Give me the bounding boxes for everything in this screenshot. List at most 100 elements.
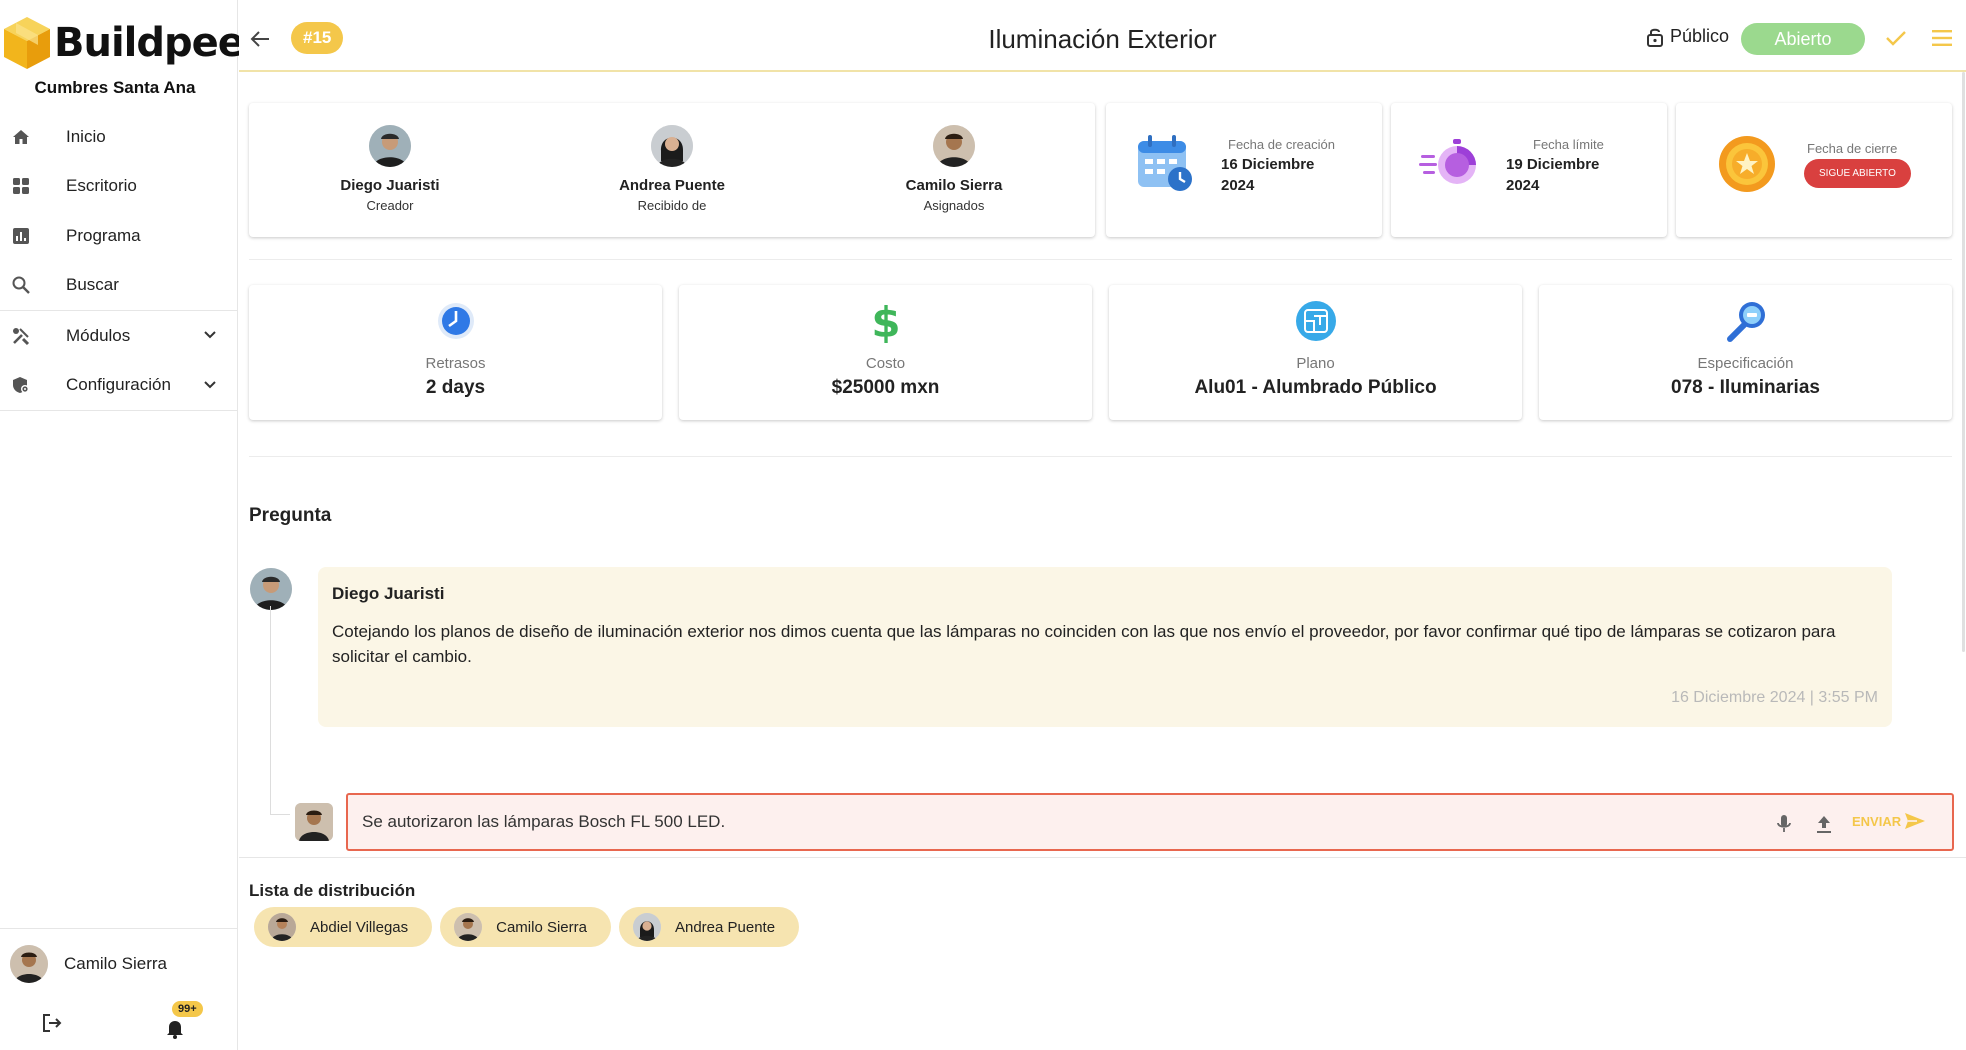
participant-name: Camilo Sierra	[905, 177, 1003, 194]
chevron-down-icon[interactable]	[202, 377, 218, 393]
question-author-avatar	[250, 568, 292, 610]
magnifier-icon	[1726, 302, 1765, 342]
thread-line	[270, 814, 290, 815]
medal-star-icon	[1719, 136, 1775, 192]
upload-icon[interactable]	[1814, 813, 1834, 835]
close-date-card: Fecha de cierre SIGUE ABIERTO	[1676, 103, 1952, 237]
avatar	[10, 945, 48, 983]
ticket-number-badge: #15	[291, 22, 344, 54]
sidebar-item-label: Configuración	[66, 375, 171, 395]
participants-card: Diego Juaristi Creador Andrea Puente Rec…	[249, 103, 1095, 237]
sidebar-item-configuracion[interactable]: Configuración	[0, 361, 238, 411]
created-date-value: 16 Diciembre 2024	[1221, 154, 1314, 196]
project-name: Cumbres Santa Ana	[34, 78, 196, 97]
send-label: ENVIAR	[1852, 813, 1902, 829]
settings-shield-icon	[10, 374, 32, 396]
avatar	[268, 913, 296, 941]
chevron-down-icon[interactable]	[202, 327, 218, 343]
sidebar-item-modulos[interactable]: Módulos	[0, 311, 238, 361]
due-date-value: 19 Diciembre 2024	[1506, 154, 1599, 196]
cube-logo-icon	[4, 17, 50, 69]
reply-author-avatar	[295, 803, 333, 841]
brand[interactable]: Buildpeer	[2, 14, 264, 72]
sidebar-item-programa[interactable]: Programa	[0, 211, 238, 261]
sidebar-item-inicio[interactable]: Inicio	[0, 112, 238, 162]
stat-value: $25000 mxn	[831, 377, 940, 398]
distribution-chip[interactable]: Abdiel Villegas	[254, 907, 433, 947]
due-date-line1: 19 Diciembre	[1506, 156, 1600, 173]
question-bubble: Diego Juaristi Cotejando los planos de d…	[318, 567, 1892, 727]
scrollbar[interactable]	[1962, 72, 1965, 652]
sidebar-item-escritorio[interactable]: Escritorio	[0, 162, 238, 212]
visibility-toggle[interactable]: Público	[1646, 26, 1729, 47]
section-divider	[249, 259, 1952, 260]
created-date-line2: 2024	[1221, 177, 1255, 194]
stat-label: Especificación	[1697, 355, 1794, 372]
due-date-line2: 2024	[1506, 177, 1540, 194]
sidebar-item-buscar[interactable]: Buscar	[0, 261, 238, 311]
stat-value: 2 days	[425, 377, 486, 398]
reply-input[interactable]	[362, 809, 1662, 835]
menu-icon[interactable]	[1932, 29, 1952, 47]
status-badge[interactable]: Abierto	[1741, 23, 1865, 55]
check-icon[interactable]	[1884, 28, 1908, 48]
stat-value: 078 - Iluminarias	[1671, 377, 1820, 398]
created-date-line1: 16 Diciembre	[1221, 156, 1315, 173]
visibility-label: Público	[1670, 26, 1730, 46]
question-message: Cotejando los planos de diseño de ilumin…	[332, 622, 1836, 666]
question-section-title: Pregunta	[249, 505, 332, 526]
user-block: Camilo Sierra 99+	[0, 928, 238, 1050]
thread-line	[270, 606, 271, 814]
brand-name: Buildpeer	[54, 20, 264, 66]
still-open-badge: SIGUE ABIERTO	[1804, 159, 1911, 188]
due-date-label: Fecha límite	[1533, 137, 1604, 152]
user-profile[interactable]: Camilo Sierra	[0, 929, 238, 983]
user-name: Camilo Sierra	[64, 954, 167, 973]
stat-value: Alu01 - Alumbrado Público	[1194, 377, 1437, 398]
distribution-chip[interactable]: Andrea Puente	[618, 907, 800, 947]
participant-creator: Diego Juaristi Creador	[290, 125, 490, 213]
arrow-back-icon[interactable]	[249, 28, 271, 50]
header: #15 Iluminación Exterior Público Abierto	[239, 0, 1966, 72]
blueprint-icon	[1295, 301, 1336, 341]
search-icon	[10, 274, 32, 296]
stopwatch-icon	[1419, 139, 1476, 184]
specification-card: Especificación 078 - Iluminarias	[1539, 285, 1952, 420]
calendar-clock-icon	[1138, 135, 1192, 191]
distribution-list: Abdiel Villegas Camilo Sierra Andrea Pue…	[254, 907, 807, 947]
stat-label: Retrasos	[425, 355, 486, 372]
lock-open-icon	[1647, 28, 1663, 47]
sidebar-item-label: Módulos	[66, 325, 131, 345]
sidebar-nav: Inicio Escritorio Programa Buscar Módulo…	[0, 112, 238, 411]
dollar-icon: $	[871, 299, 900, 343]
chip-name: Camilo Sierra	[496, 918, 587, 936]
nav-divider	[0, 410, 238, 411]
participant-assignee: Camilo Sierra Asignados	[854, 125, 1054, 213]
question-timestamp: 16 Diciembre 2024 | 3:55 PM	[1671, 689, 1878, 706]
bell-icon[interactable]	[164, 1017, 186, 1039]
tools-icon	[10, 325, 32, 347]
participant-name: Andrea Puente	[619, 177, 725, 194]
avatar	[651, 125, 693, 167]
chip-name: Andrea Puente	[674, 918, 776, 936]
logout-icon[interactable]	[40, 1011, 64, 1035]
send-button[interactable]: ENVIAR	[1852, 811, 1927, 831]
participant-name: Diego Juaristi	[340, 177, 440, 194]
due-date-card: Fecha límite 19 Diciembre 2024	[1391, 103, 1667, 237]
chart-icon	[10, 225, 32, 247]
microphone-icon[interactable]	[1774, 813, 1794, 835]
cost-card: $ Costo $25000 mxn	[679, 285, 1092, 420]
section-divider	[239, 857, 1966, 858]
stat-label: Costo	[865, 355, 906, 372]
chip-name: Abdiel Villegas	[310, 918, 409, 936]
sidebar-item-label: Escritorio	[66, 176, 137, 196]
avatar	[933, 125, 975, 167]
dashboard-icon	[10, 175, 32, 197]
sidebar-item-label: Inicio	[66, 126, 106, 146]
avatar	[454, 913, 483, 941]
distribution-chip[interactable]: Camilo Sierra	[440, 907, 611, 947]
plan-card: Plano Alu01 - Alumbrado Público	[1109, 285, 1522, 420]
clock-icon	[437, 303, 474, 339]
question-author: Diego Juaristi	[332, 584, 445, 603]
avatar	[369, 125, 411, 167]
